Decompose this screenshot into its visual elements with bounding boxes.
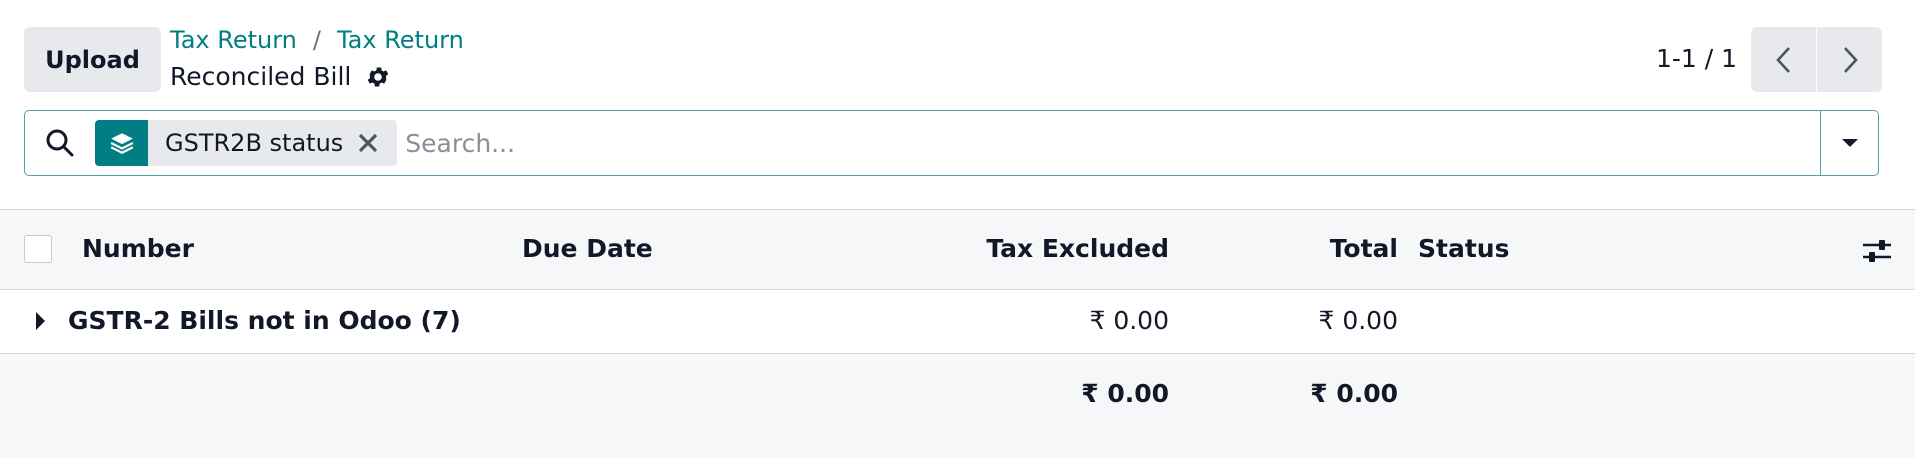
select-all-checkbox[interactable] xyxy=(24,235,52,263)
gear-icon[interactable] xyxy=(365,64,391,90)
column-header-number[interactable]: Number xyxy=(82,234,194,263)
layers-icon xyxy=(95,120,148,166)
search-facet: GSTR2B status xyxy=(95,120,398,166)
column-header-tax-excluded[interactable]: Tax Excluded xyxy=(986,234,1169,263)
breadcrumb-separator: / xyxy=(312,26,321,54)
search-icon[interactable] xyxy=(25,111,95,175)
pager-value[interactable]: 1-1 / 1 xyxy=(1656,44,1737,73)
column-header-due-date[interactable]: Due Date xyxy=(522,234,653,263)
footer-total: ₹ 0.00 xyxy=(1310,379,1398,408)
pager-previous-button[interactable] xyxy=(1751,27,1816,92)
list-footer: ₹ 0.00 ₹ 0.00 xyxy=(0,354,1915,458)
search-input[interactable] xyxy=(405,111,1820,175)
search-options-toggle[interactable] xyxy=(1820,111,1878,175)
list-header: Number Due Date Tax Excluded Total Statu… xyxy=(0,209,1915,290)
page-title: Reconciled Bill xyxy=(170,62,391,91)
page-title-label: Reconciled Bill xyxy=(170,62,352,91)
sliders-icon[interactable] xyxy=(1861,237,1893,265)
breadcrumb-item-tax-return[interactable]: Tax Return xyxy=(170,26,297,54)
column-header-total[interactable]: Total xyxy=(1330,234,1398,263)
search-bar: GSTR2B status xyxy=(24,110,1879,176)
search-facet-label: GSTR2B status xyxy=(165,129,344,157)
chevron-left-icon xyxy=(1775,46,1790,73)
footer-tax-excluded: ₹ 0.00 xyxy=(1081,379,1169,408)
close-icon[interactable] xyxy=(357,120,397,166)
group-total: ₹ 0.00 xyxy=(1318,306,1398,335)
upload-button[interactable]: Upload xyxy=(24,27,161,92)
group-row[interactable]: GSTR-2 Bills not in Odoo (7) ₹ 0.00 ₹ 0.… xyxy=(0,290,1915,354)
chevron-right-icon xyxy=(1843,46,1858,73)
group-tax-excluded: ₹ 0.00 xyxy=(1089,306,1169,335)
caret-right-icon xyxy=(36,312,45,330)
caret-down-icon xyxy=(1841,139,1858,147)
column-header-status[interactable]: Status xyxy=(1418,234,1509,263)
pager-next-button[interactable] xyxy=(1817,27,1882,92)
breadcrumb-item-tax-return-2[interactable]: Tax Return xyxy=(337,26,464,54)
group-label: GSTR-2 Bills not in Odoo (7) xyxy=(68,306,461,335)
breadcrumb: Tax Return / Tax Return xyxy=(170,26,464,54)
